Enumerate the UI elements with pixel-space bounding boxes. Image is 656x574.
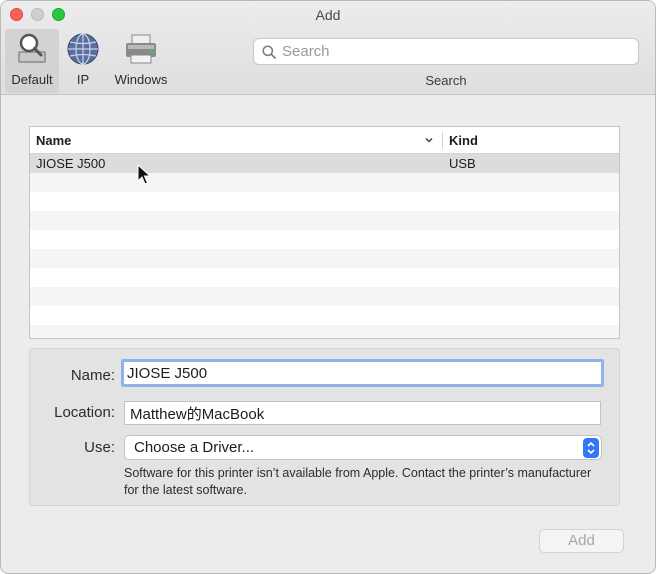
toolbar-ip-label: IP — [76, 72, 90, 87]
toolbar-windows-label: Windows — [114, 72, 168, 87]
empty-row — [30, 192, 619, 211]
chevron-down-icon — [425, 137, 433, 143]
toolbar-default-button[interactable]: Default — [5, 29, 59, 93]
name-field[interactable]: JIOSE J500 — [121, 359, 604, 387]
empty-row — [30, 306, 619, 325]
column-header-name[interactable]: Name — [30, 127, 442, 153]
empty-row — [30, 211, 619, 230]
toolbar-ip-button[interactable]: IP — [63, 29, 103, 93]
popup-stepper-icon — [583, 438, 599, 458]
add-button[interactable]: Add — [539, 529, 624, 553]
empty-row — [30, 249, 619, 268]
use-label: Use: — [84, 439, 115, 456]
window-title: Add — [315, 7, 341, 23]
toolbar-default-label: Default — [11, 72, 53, 87]
add-printer-window: Add Default IP Windows Search Search Nam… — [0, 0, 656, 574]
empty-row — [30, 268, 619, 287]
printer-name: JIOSE J500 — [36, 156, 106, 171]
mouse-cursor-icon — [137, 164, 151, 185]
name-field-value: JIOSE J500 — [127, 364, 208, 382]
printer-kind: USB — [449, 156, 476, 171]
toolbar-windows-button[interactable]: Windows — [109, 29, 173, 93]
empty-row — [30, 173, 619, 192]
default-printer-icon — [18, 33, 46, 63]
printer-list[interactable]: Name Kind JIOSE J500 USB — [29, 126, 620, 339]
printer-details-panel: Name: JIOSE J500 Location: Matthew的MacBo… — [29, 348, 620, 506]
search-caption: Search — [425, 73, 467, 88]
name-label: Name: — [70, 367, 115, 384]
printer-row[interactable]: JIOSE J500 USB — [30, 154, 619, 173]
list-header: Name Kind — [30, 127, 619, 154]
use-driver-select[interactable]: Choose a Driver... — [124, 435, 602, 460]
empty-row — [30, 230, 619, 249]
location-field[interactable]: Matthew的MacBook — [124, 401, 601, 425]
list-rows: JIOSE J500 USB — [30, 154, 619, 338]
column-header-name-label: Name — [36, 132, 72, 148]
location-field-value: Matthew的MacBook — [130, 405, 265, 423]
empty-row — [30, 287, 619, 306]
search-icon — [262, 44, 276, 59]
toolbar: Add Default IP Windows Search Search — [1, 1, 655, 95]
use-driver-value: Choose a Driver... — [134, 439, 255, 456]
column-header-kind-label: Kind — [449, 132, 478, 148]
location-label: Location: — [54, 404, 115, 421]
search-input[interactable] — [282, 43, 612, 60]
globe-icon — [67, 33, 99, 65]
search-field[interactable] — [253, 38, 639, 65]
column-header-kind[interactable]: Kind — [443, 133, 478, 148]
driver-hint-text: Software for this printer isn’t availabl… — [124, 466, 592, 497]
empty-row — [30, 325, 619, 338]
windows-printer-icon — [126, 34, 156, 64]
